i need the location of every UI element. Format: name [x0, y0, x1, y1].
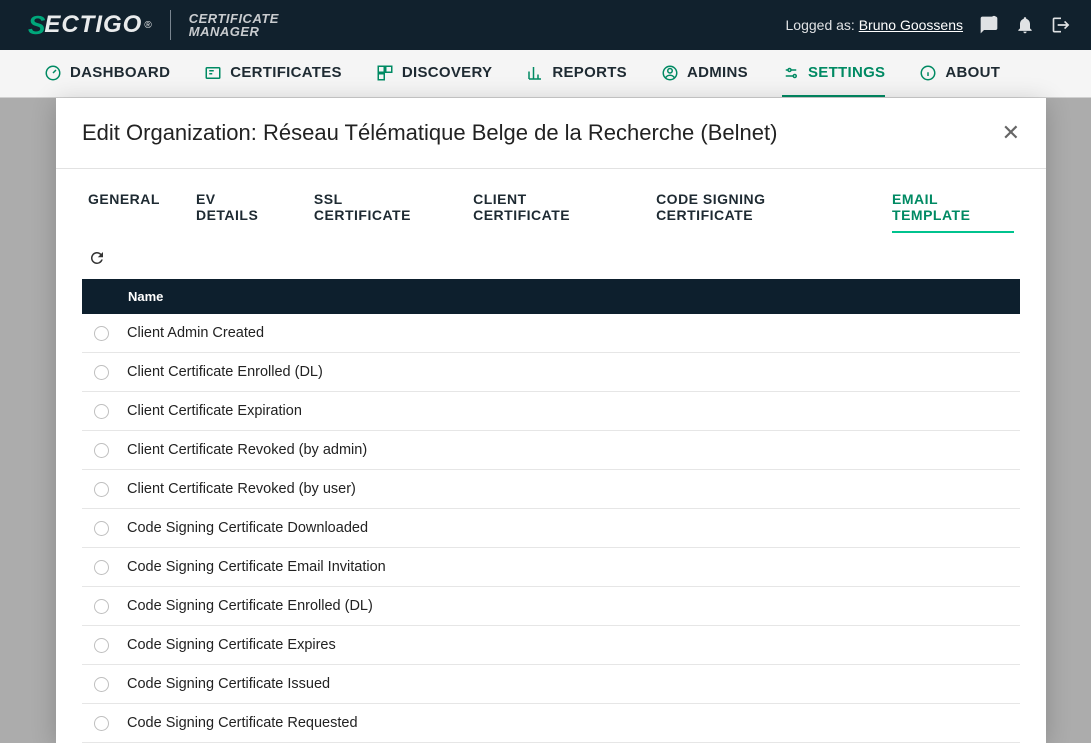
- logo-subtitle: CERTIFICATE MANAGER: [189, 12, 279, 38]
- logo: S ECTIGO ®: [28, 10, 152, 41]
- template-name: Client Certificate Enrolled (DL): [127, 364, 323, 380]
- template-name: Code Signing Certificate Email Invitatio…: [127, 559, 386, 575]
- logo-letter-s: S: [28, 10, 44, 41]
- radio-button[interactable]: [94, 560, 109, 575]
- close-button[interactable]: ✕: [1002, 122, 1020, 144]
- template-name: Code Signing Certificate Expires: [127, 637, 336, 653]
- template-name: Code Signing Certificate Enrolled (DL): [127, 598, 373, 614]
- bell-icon[interactable]: [1015, 15, 1035, 35]
- edit-organization-modal: Edit Organization: Réseau Télématique Be…: [56, 98, 1046, 743]
- table-row[interactable]: Code Signing Certificate Requested: [82, 704, 1020, 743]
- modal-tabs: GENERAL EV DETAILS SSL CERTIFICATE CLIEN…: [56, 169, 1046, 233]
- toolbar: [56, 233, 1046, 279]
- tab-code-signing-certificate[interactable]: CODE SIGNING CERTIFICATE: [656, 191, 856, 233]
- table-row[interactable]: Code Signing Certificate Downloaded: [82, 509, 1020, 548]
- tab-client-certificate[interactable]: CLIENT CERTIFICATE: [473, 191, 620, 233]
- table-row[interactable]: Code Signing Certificate Expires: [82, 626, 1020, 665]
- radio-button[interactable]: [94, 521, 109, 536]
- radio-button[interactable]: [94, 638, 109, 653]
- radio-button[interactable]: [94, 599, 109, 614]
- nav-label: DISCOVERY: [402, 64, 493, 81]
- logo-area: S ECTIGO ® CERTIFICATE MANAGER: [28, 10, 279, 41]
- nav-admins[interactable]: ADMINS: [661, 50, 748, 97]
- logged-label-text: Logged as:: [786, 17, 855, 33]
- template-name: Client Certificate Revoked (by user): [127, 481, 356, 497]
- modal-header: Edit Organization: Réseau Télématique Be…: [56, 98, 1046, 169]
- modal-title: Edit Organization: Réseau Télématique Be…: [82, 120, 777, 146]
- templates-table: Name Client Admin Created Client Certific…: [56, 279, 1046, 743]
- table-row[interactable]: Client Certificate Revoked (by user): [82, 470, 1020, 509]
- tab-email-template[interactable]: EMAIL TEMPLATE: [892, 191, 1014, 233]
- logged-as-label: Logged as: Bruno Goossens: [786, 17, 963, 33]
- speedometer-icon: [44, 64, 62, 82]
- nav-certificates[interactable]: CERTIFICATES: [204, 50, 342, 97]
- tab-ssl-certificate[interactable]: SSL CERTIFICATE: [314, 191, 437, 233]
- nav-dashboard[interactable]: DASHBOARD: [44, 50, 170, 97]
- refresh-icon: [88, 249, 106, 267]
- certificate-icon: [204, 64, 222, 82]
- template-name: Code Signing Certificate Issued: [127, 676, 330, 692]
- template-name: Code Signing Certificate Downloaded: [127, 520, 368, 536]
- table-row[interactable]: Code Signing Certificate Issued: [82, 665, 1020, 704]
- radio-button[interactable]: [94, 716, 109, 731]
- app-header: S ECTIGO ® CERTIFICATE MANAGER Logged as…: [0, 0, 1091, 50]
- nav-label: ABOUT: [945, 64, 1000, 81]
- chart-icon: [526, 64, 544, 82]
- refresh-button[interactable]: [88, 249, 106, 267]
- template-name: Client Admin Created: [127, 325, 264, 341]
- nav-reports[interactable]: REPORTS: [526, 50, 627, 97]
- nav-discovery[interactable]: DISCOVERY: [376, 50, 493, 97]
- nav-label: CERTIFICATES: [230, 64, 342, 81]
- tab-general[interactable]: GENERAL: [88, 191, 160, 233]
- main-nav: DASHBOARD CERTIFICATES DISCOVERY REPORTS…: [0, 50, 1091, 98]
- logo-sub-line2: MANAGER: [189, 25, 279, 38]
- table-header-name[interactable]: Name: [82, 279, 1020, 314]
- radio-button[interactable]: [94, 443, 109, 458]
- discovery-icon: [376, 64, 394, 82]
- table-row[interactable]: Code Signing Certificate Email Invitatio…: [82, 548, 1020, 587]
- template-name: Client Certificate Revoked (by admin): [127, 442, 367, 458]
- close-icon: ✕: [1002, 120, 1020, 145]
- nav-label: SETTINGS: [808, 64, 885, 81]
- chat-icon[interactable]: [979, 15, 999, 35]
- radio-button[interactable]: [94, 677, 109, 692]
- nav-about[interactable]: ABOUT: [919, 50, 1000, 97]
- radio-button[interactable]: [94, 365, 109, 380]
- logout-icon[interactable]: [1051, 15, 1071, 35]
- header-right: Logged as: Bruno Goossens: [786, 15, 1071, 35]
- settings-icon: [782, 64, 800, 82]
- radio-button[interactable]: [94, 482, 109, 497]
- radio-button[interactable]: [94, 404, 109, 419]
- logo-divider: [170, 10, 171, 40]
- table-row[interactable]: Client Certificate Revoked (by admin): [82, 431, 1020, 470]
- template-name: Client Certificate Expiration: [127, 403, 302, 419]
- nav-label: REPORTS: [552, 64, 627, 81]
- logged-user-link[interactable]: Bruno Goossens: [859, 17, 963, 33]
- user-icon: [661, 64, 679, 82]
- nav-settings[interactable]: SETTINGS: [782, 50, 885, 97]
- table-row[interactable]: Client Certificate Expiration: [82, 392, 1020, 431]
- nav-label: ADMINS: [687, 64, 748, 81]
- logo-registered: ®: [144, 20, 151, 31]
- radio-button[interactable]: [94, 326, 109, 341]
- table-row[interactable]: Client Admin Created: [82, 314, 1020, 353]
- tab-ev-details[interactable]: EV DETAILS: [196, 191, 278, 233]
- nav-label: DASHBOARD: [70, 64, 170, 81]
- info-icon: [919, 64, 937, 82]
- table-body: Client Admin Created Client Certificate E…: [82, 314, 1020, 743]
- table-row[interactable]: Client Certificate Enrolled (DL): [82, 353, 1020, 392]
- logo-rest: ECTIGO: [44, 11, 142, 39]
- table-row[interactable]: Code Signing Certificate Enrolled (DL): [82, 587, 1020, 626]
- template-name: Code Signing Certificate Requested: [127, 715, 358, 731]
